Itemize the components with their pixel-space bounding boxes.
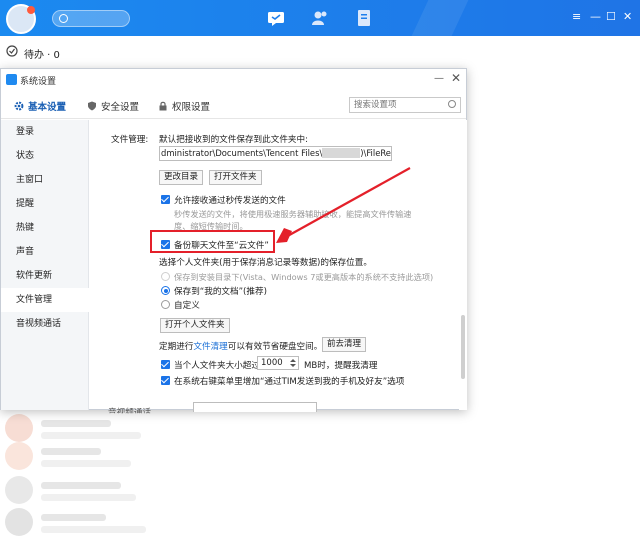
allow-fast-transfer-label: 允许接收通过秒传发送的文件 xyxy=(174,196,286,206)
app-logo-icon xyxy=(6,74,17,85)
annotation-arrow xyxy=(276,167,411,243)
settings-search-input[interactable] xyxy=(350,98,442,112)
dialog-minimize-button[interactable]: — xyxy=(434,73,444,84)
settings-search[interactable] xyxy=(349,97,461,113)
tab-security-settings[interactable]: 安全设置 xyxy=(87,99,139,113)
file-clean-link[interactable]: 文件清理 xyxy=(193,342,227,352)
size-limit-checkbox[interactable] xyxy=(161,360,170,369)
gear-icon xyxy=(14,101,24,111)
search-box[interactable] xyxy=(52,10,130,27)
sidebar-item-status[interactable]: 状态 xyxy=(1,144,89,168)
sidebar-item-sound[interactable]: 声音 xyxy=(1,240,89,264)
sidebar-item-update[interactable]: 软件更新 xyxy=(1,264,89,288)
document-icon[interactable] xyxy=(355,9,373,27)
open-personal-folder-button[interactable]: 打开个人文件夹 xyxy=(160,318,230,333)
settings-tabbar: 基本设置 安全设置 权限设置 xyxy=(1,91,466,119)
redacted-block xyxy=(322,148,361,158)
size-limit-suffix: MB时，提醒我清理 xyxy=(304,361,378,371)
radio-install-dir-label: 保存到安装目录下(Vista、Windows 7或更高版本的系统不支持此选项) xyxy=(174,272,434,282)
shield-icon xyxy=(88,101,96,111)
message-icon[interactable] xyxy=(267,9,285,27)
dialog-title: 系统设置 xyxy=(20,77,57,87)
sidebar-item-file-management[interactable]: 文件管理 xyxy=(1,288,89,312)
open-folder-button[interactable]: 打开文件夹 xyxy=(209,170,262,185)
tab-permission-settings[interactable]: 权限设置 xyxy=(158,99,210,113)
scrollbar-thumb[interactable] xyxy=(461,315,465,379)
tab-basic-settings[interactable]: 基本设置 xyxy=(14,99,66,113)
app-topbar: ≡ — ☐ ✕ xyxy=(0,0,640,36)
change-dir-button[interactable]: 更改目录 xyxy=(159,170,204,185)
tab-permission-label: 权限设置 xyxy=(172,102,211,113)
todo-check-icon xyxy=(6,45,18,57)
go-clean-button[interactable]: 前去清理 xyxy=(322,337,367,352)
periodic-suffix: 可以有效节省硬盘空间。 xyxy=(227,342,323,352)
stepper-arrows-icon[interactable] xyxy=(290,358,296,368)
list-item[interactable] xyxy=(5,474,160,506)
personal-folder-text: 选择个人文件夹(用于保存消息记录等数据)的保存位置。 xyxy=(159,258,372,268)
dialog-titlebar[interactable]: 系统设置 — ✕ xyxy=(1,69,466,91)
menu-icon[interactable]: ≡ xyxy=(572,11,581,23)
lock-icon xyxy=(159,101,167,111)
path-prefix: dministrator\Documents\Tencent Files\ xyxy=(161,148,323,158)
status-dot xyxy=(27,6,35,14)
list-item[interactable] xyxy=(5,506,160,538)
sidebar-item-hotkey[interactable]: 热键 xyxy=(1,216,89,240)
search-icon xyxy=(448,100,456,108)
allow-fast-transfer-checkbox[interactable] xyxy=(161,195,170,204)
sidebar-item-av-call[interactable]: 音视频通话 xyxy=(1,312,89,336)
search-icon xyxy=(59,14,68,23)
radio-custom-label: 自定义 xyxy=(174,301,200,311)
highlight-box xyxy=(150,230,275,253)
sidebar-item-reminder[interactable]: 提醒 xyxy=(1,192,89,216)
todo-label[interactable]: 待办 · 0 xyxy=(24,46,60,61)
save-path-field[interactable]: dministrator\Documents\Tencent Files\ )\F… xyxy=(159,146,392,161)
radio-my-docs-label: 保存到“我的文档”(推荐) xyxy=(174,287,267,297)
settings-sidenav: 登录 状态 主窗口 提醒 热键 声音 软件更新 文件管理 音视频通话 xyxy=(1,120,89,410)
list-item[interactable] xyxy=(5,440,160,472)
context-menu-checkbox[interactable] xyxy=(161,376,170,385)
minimize-icon[interactable]: — xyxy=(590,11,601,23)
path-suffix: )\FileRecv\ xyxy=(360,148,391,158)
radio-custom[interactable] xyxy=(161,300,170,309)
default-save-text: 默认把接收到的文件保存到此文件夹中: xyxy=(159,135,308,145)
radio-install-dir[interactable] xyxy=(161,272,170,281)
close-icon[interactable]: ✕ xyxy=(623,11,632,23)
tab-basic-label: 基本设置 xyxy=(28,102,67,113)
sidebar-item-login[interactable]: 登录 xyxy=(1,120,89,144)
periodic-prefix: 定期进行 xyxy=(159,342,194,352)
radio-my-docs[interactable] xyxy=(161,286,170,295)
maximize-icon[interactable]: ☐ xyxy=(606,11,616,23)
dialog-close-button[interactable]: ✕ xyxy=(451,71,461,85)
size-limit-value: 1000 xyxy=(261,358,283,368)
periodic-clean-text: 定期进行文件清理可以有效节省硬盘空间。 xyxy=(159,340,322,352)
file-mgmt-section-label: 文件管理: xyxy=(111,135,149,145)
contacts-icon[interactable] xyxy=(311,9,329,27)
size-limit-prefix: 当个人文件夹大小超过 xyxy=(174,361,260,371)
topbar-decoration xyxy=(411,0,469,36)
context-menu-label: 在系统右键菜单里增加“通过TIM发送到我的手机及好友”选项 xyxy=(174,377,405,387)
sidebar-item-main-window[interactable]: 主窗口 xyxy=(1,168,89,192)
size-limit-stepper[interactable]: 1000 xyxy=(257,356,299,370)
tab-security-label: 安全设置 xyxy=(101,102,140,113)
cutoff-dropdown[interactable] xyxy=(193,402,317,412)
